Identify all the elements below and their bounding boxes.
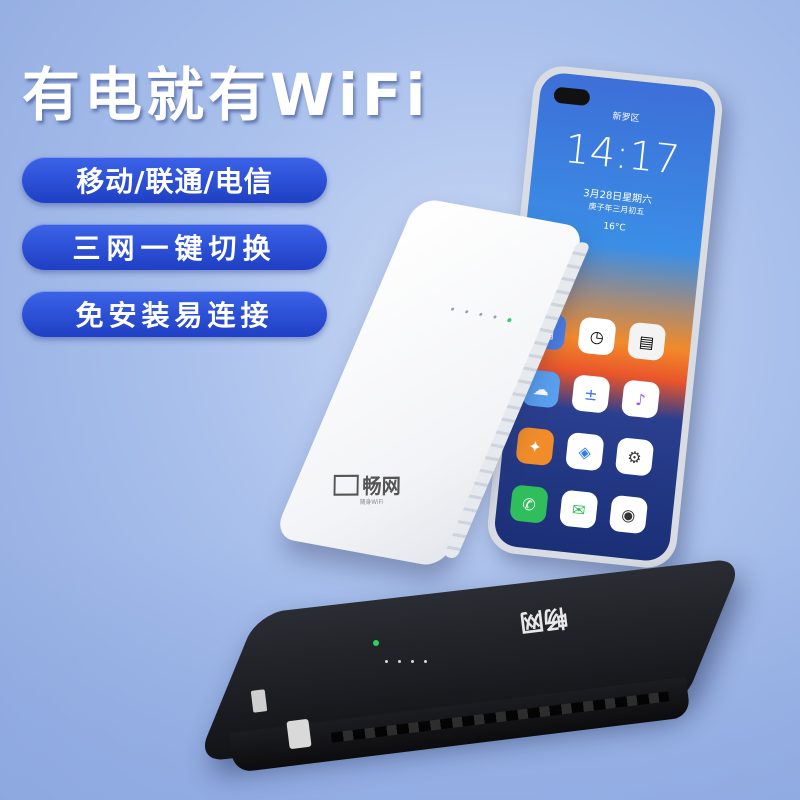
power-switch xyxy=(250,689,268,713)
white-router-subtitle: 随身WiFi xyxy=(359,498,384,507)
white-router-brand: 畅网 xyxy=(362,473,402,499)
phone-app-icon: ✆ xyxy=(509,484,549,524)
recorder-app-icon: ♪ xyxy=(620,379,661,419)
settings-app-icon: ⚙ xyxy=(614,437,655,477)
black-router-indicators xyxy=(385,660,427,663)
tools-app-icon: ✦ xyxy=(515,426,555,467)
apps-folder-icon: ▤ xyxy=(626,321,667,362)
usb-port xyxy=(286,718,312,750)
feature-pill-install: 免安装易连接 xyxy=(22,291,327,337)
black-router-wifi-led xyxy=(373,640,379,646)
white-router-indicators xyxy=(450,307,513,323)
clock-app-icon: ◷ xyxy=(577,316,617,357)
phone-clock: 14:17 xyxy=(562,125,682,184)
brand-logo-icon xyxy=(333,474,359,496)
feature-pill-carriers: 移动/联通/电信 xyxy=(22,157,327,203)
calculator-app-icon: ± xyxy=(571,374,611,414)
camera-app-icon: ◉ xyxy=(608,494,649,535)
messages-app-icon: ✉ xyxy=(558,489,599,530)
headline: 有电就有WiFi xyxy=(22,61,430,129)
black-router-brand: 畅网 xyxy=(518,603,570,637)
white-router-logo: 畅网 xyxy=(333,469,401,500)
security-app-icon: ◈ xyxy=(565,431,605,472)
feature-pill-switch: 三网一键切换 xyxy=(22,224,327,270)
